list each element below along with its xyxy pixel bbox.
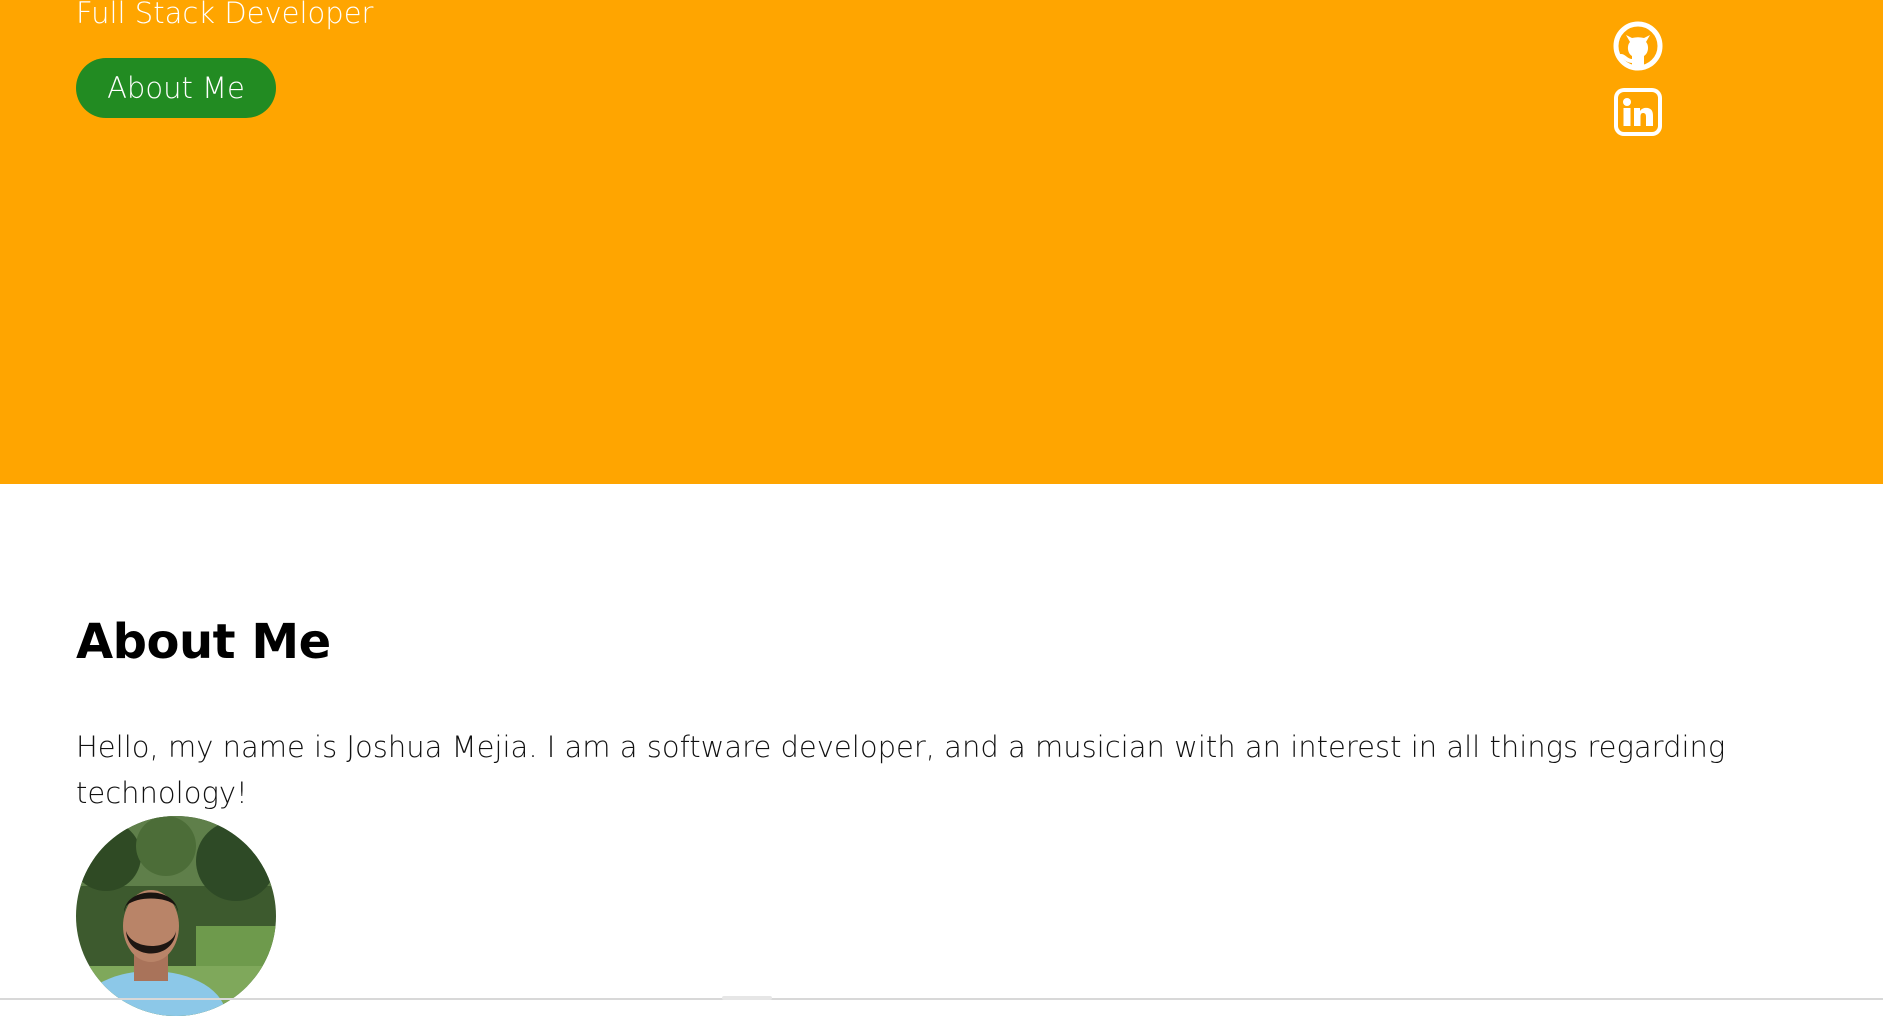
- about-paragraph: Hello, my name is Joshua Mejia. I am a s…: [76, 730, 1726, 810]
- github-icon: [1613, 21, 1663, 71]
- scrollbar-thumb[interactable]: [722, 996, 772, 1000]
- avatar-photo: [76, 816, 276, 1016]
- linkedin-link[interactable]: [1612, 86, 1664, 138]
- github-link[interactable]: [1612, 20, 1664, 72]
- about-me-button[interactable]: About Me: [76, 58, 276, 118]
- avatar: [76, 816, 276, 1016]
- about-heading: About Me: [76, 614, 331, 670]
- hero-section: Full Stack Developer About Me: [0, 0, 1883, 484]
- hero-subtitle: Full Stack Developer: [76, 0, 374, 30]
- linkedin-icon: [1614, 88, 1662, 136]
